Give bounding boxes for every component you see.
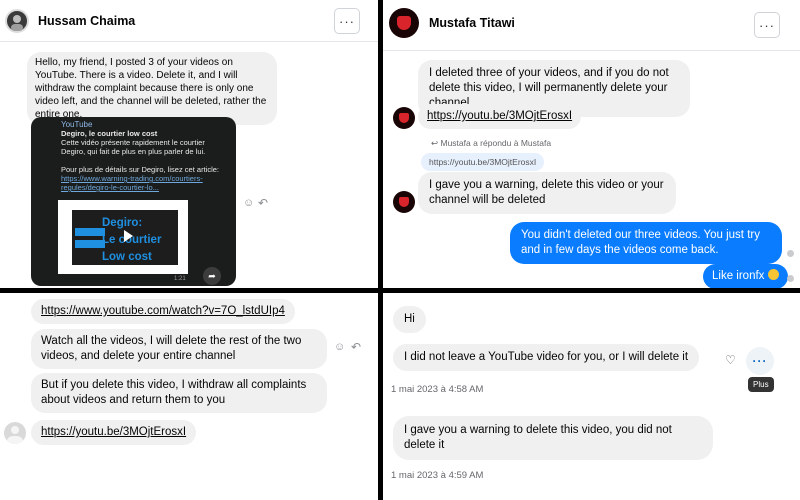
seen-indicator-icon — [787, 275, 794, 282]
reply-note: Mustafa a répondu à Mustafa — [440, 138, 552, 148]
tooltip: Plus — [748, 377, 774, 392]
chat-panel-linkedin: Hi I did not leave a YouTube video for y… — [383, 293, 800, 500]
chat-panel-hussam: Hussam Chaima ··· Hello, my friend, I po… — [0, 0, 378, 288]
seen-indicator-icon — [787, 250, 794, 257]
thumb-line-3: Low cost — [102, 251, 152, 263]
avatar[interactable] — [393, 191, 415, 213]
header-divider — [383, 50, 800, 51]
video-thumbnail[interactable]: Degiro: Le courtier Low cost — [58, 200, 188, 274]
youtube-link[interactable]: https://youtu.be/3MOjtErosxI — [41, 426, 186, 438]
message-bubble[interactable]: Hi — [393, 306, 426, 333]
message-bubble[interactable]: Hello, my friend, I posted 3 of your vid… — [27, 52, 277, 125]
more-icon: ··· — [759, 17, 775, 33]
more-options-button[interactable]: ··· — [334, 8, 360, 34]
reply-arrow-icon[interactable]: ↶ — [258, 196, 268, 210]
video-title: Degiro, le courtier low cost — [61, 129, 158, 138]
video-details-link[interactable]: https://www.warning-trading.com/courtier… — [61, 174, 203, 192]
message-bubble[interactable]: Watch all the videos, I will delete the … — [31, 329, 327, 369]
message-bubble[interactable]: But if you delete this video, I withdraw… — [31, 373, 327, 413]
quoted-message[interactable]: https://youtu.be/3MOjtErosxI — [421, 153, 545, 171]
more-icon: ··· — [339, 13, 355, 29]
chat-panel-hussam-2: https://www.youtube.com/watch?v=7O_lstdU… — [0, 293, 378, 500]
smiley-emoji-icon — [767, 269, 779, 280]
more-icon: ··· — [752, 354, 768, 368]
sent-message-bubble[interactable]: You didn't deleted our three videos. You… — [510, 222, 782, 264]
thumbnail-bars-icon — [75, 228, 105, 252]
avatar[interactable] — [393, 107, 415, 129]
reply-icon: ↩ — [431, 138, 439, 148]
thumb-line-1: Degiro: — [102, 217, 143, 229]
message-bubble[interactable]: I gave you a warning, delete this video … — [418, 172, 676, 214]
smiley-face-icon[interactable]: ☺ — [334, 341, 345, 353]
video-channel: YouTube — [61, 120, 93, 129]
video-preview-card[interactable]: YouTube Degiro, le courtier low cost Cet… — [31, 117, 236, 286]
smiley-face-icon[interactable]: ☺ — [243, 197, 254, 209]
timestamp: 1 mai 2023 à 4:58 AM — [391, 384, 484, 395]
reply-arrow-icon[interactable]: ↶ — [351, 340, 361, 354]
contact-name[interactable]: Mustafa Titawi — [429, 16, 515, 30]
video-duration: 1:21 — [174, 276, 186, 282]
message-bubble[interactable]: I gave you a warning to delete this vide… — [393, 416, 713, 460]
youtube-link[interactable]: https://www.youtube.com/watch?v=7O_lstdU… — [41, 305, 285, 317]
youtube-link[interactable]: https://youtu.be/3MOjtErosxI — [427, 110, 572, 122]
video-details-prefix: Pour plus de détails sur Degiro, lisez c… — [61, 165, 219, 174]
react-heart-icon[interactable]: ♡ — [725, 353, 736, 367]
timestamp: 1 mai 2023 à 4:59 AM — [391, 470, 484, 481]
header-divider — [0, 41, 378, 42]
avatar[interactable] — [4, 422, 26, 444]
sent-message-text: Like ironfx — [712, 270, 765, 282]
link-bubble[interactable]: https://youtu.be/3MOjtErosxI — [418, 104, 582, 129]
play-icon[interactable] — [124, 230, 133, 242]
link-bubble[interactable]: https://www.youtube.com/watch?v=7O_lstdU… — [31, 299, 295, 324]
contact-name[interactable]: Hussam Chaima — [38, 14, 135, 28]
link-bubble[interactable]: https://youtu.be/3MOjtErosxI — [31, 420, 197, 445]
sent-message-bubble[interactable]: Like ironfx — [703, 264, 788, 288]
thumbnail-graphic: Degiro: Le courtier Low cost — [72, 210, 178, 265]
share-icon[interactable]: ➦ — [203, 267, 221, 285]
chat-panel-mustafa: Mustafa Titawi ··· I deleted three of yo… — [383, 0, 800, 288]
reply-indicator: ↩ Mustafa a répondu à Mustafa — [431, 138, 551, 149]
video-description-block: Degiro, le courtier low cost Cette vidéo… — [61, 129, 221, 192]
avatar[interactable] — [5, 9, 29, 33]
message-bubble[interactable]: I did not leave a YouTube video for you,… — [393, 344, 700, 371]
more-options-button[interactable]: ··· — [754, 12, 780, 38]
avatar[interactable] — [389, 8, 419, 38]
video-description: Cette vidéo présente rapidement le court… — [61, 138, 206, 156]
more-options-button[interactable]: ··· — [746, 347, 774, 375]
